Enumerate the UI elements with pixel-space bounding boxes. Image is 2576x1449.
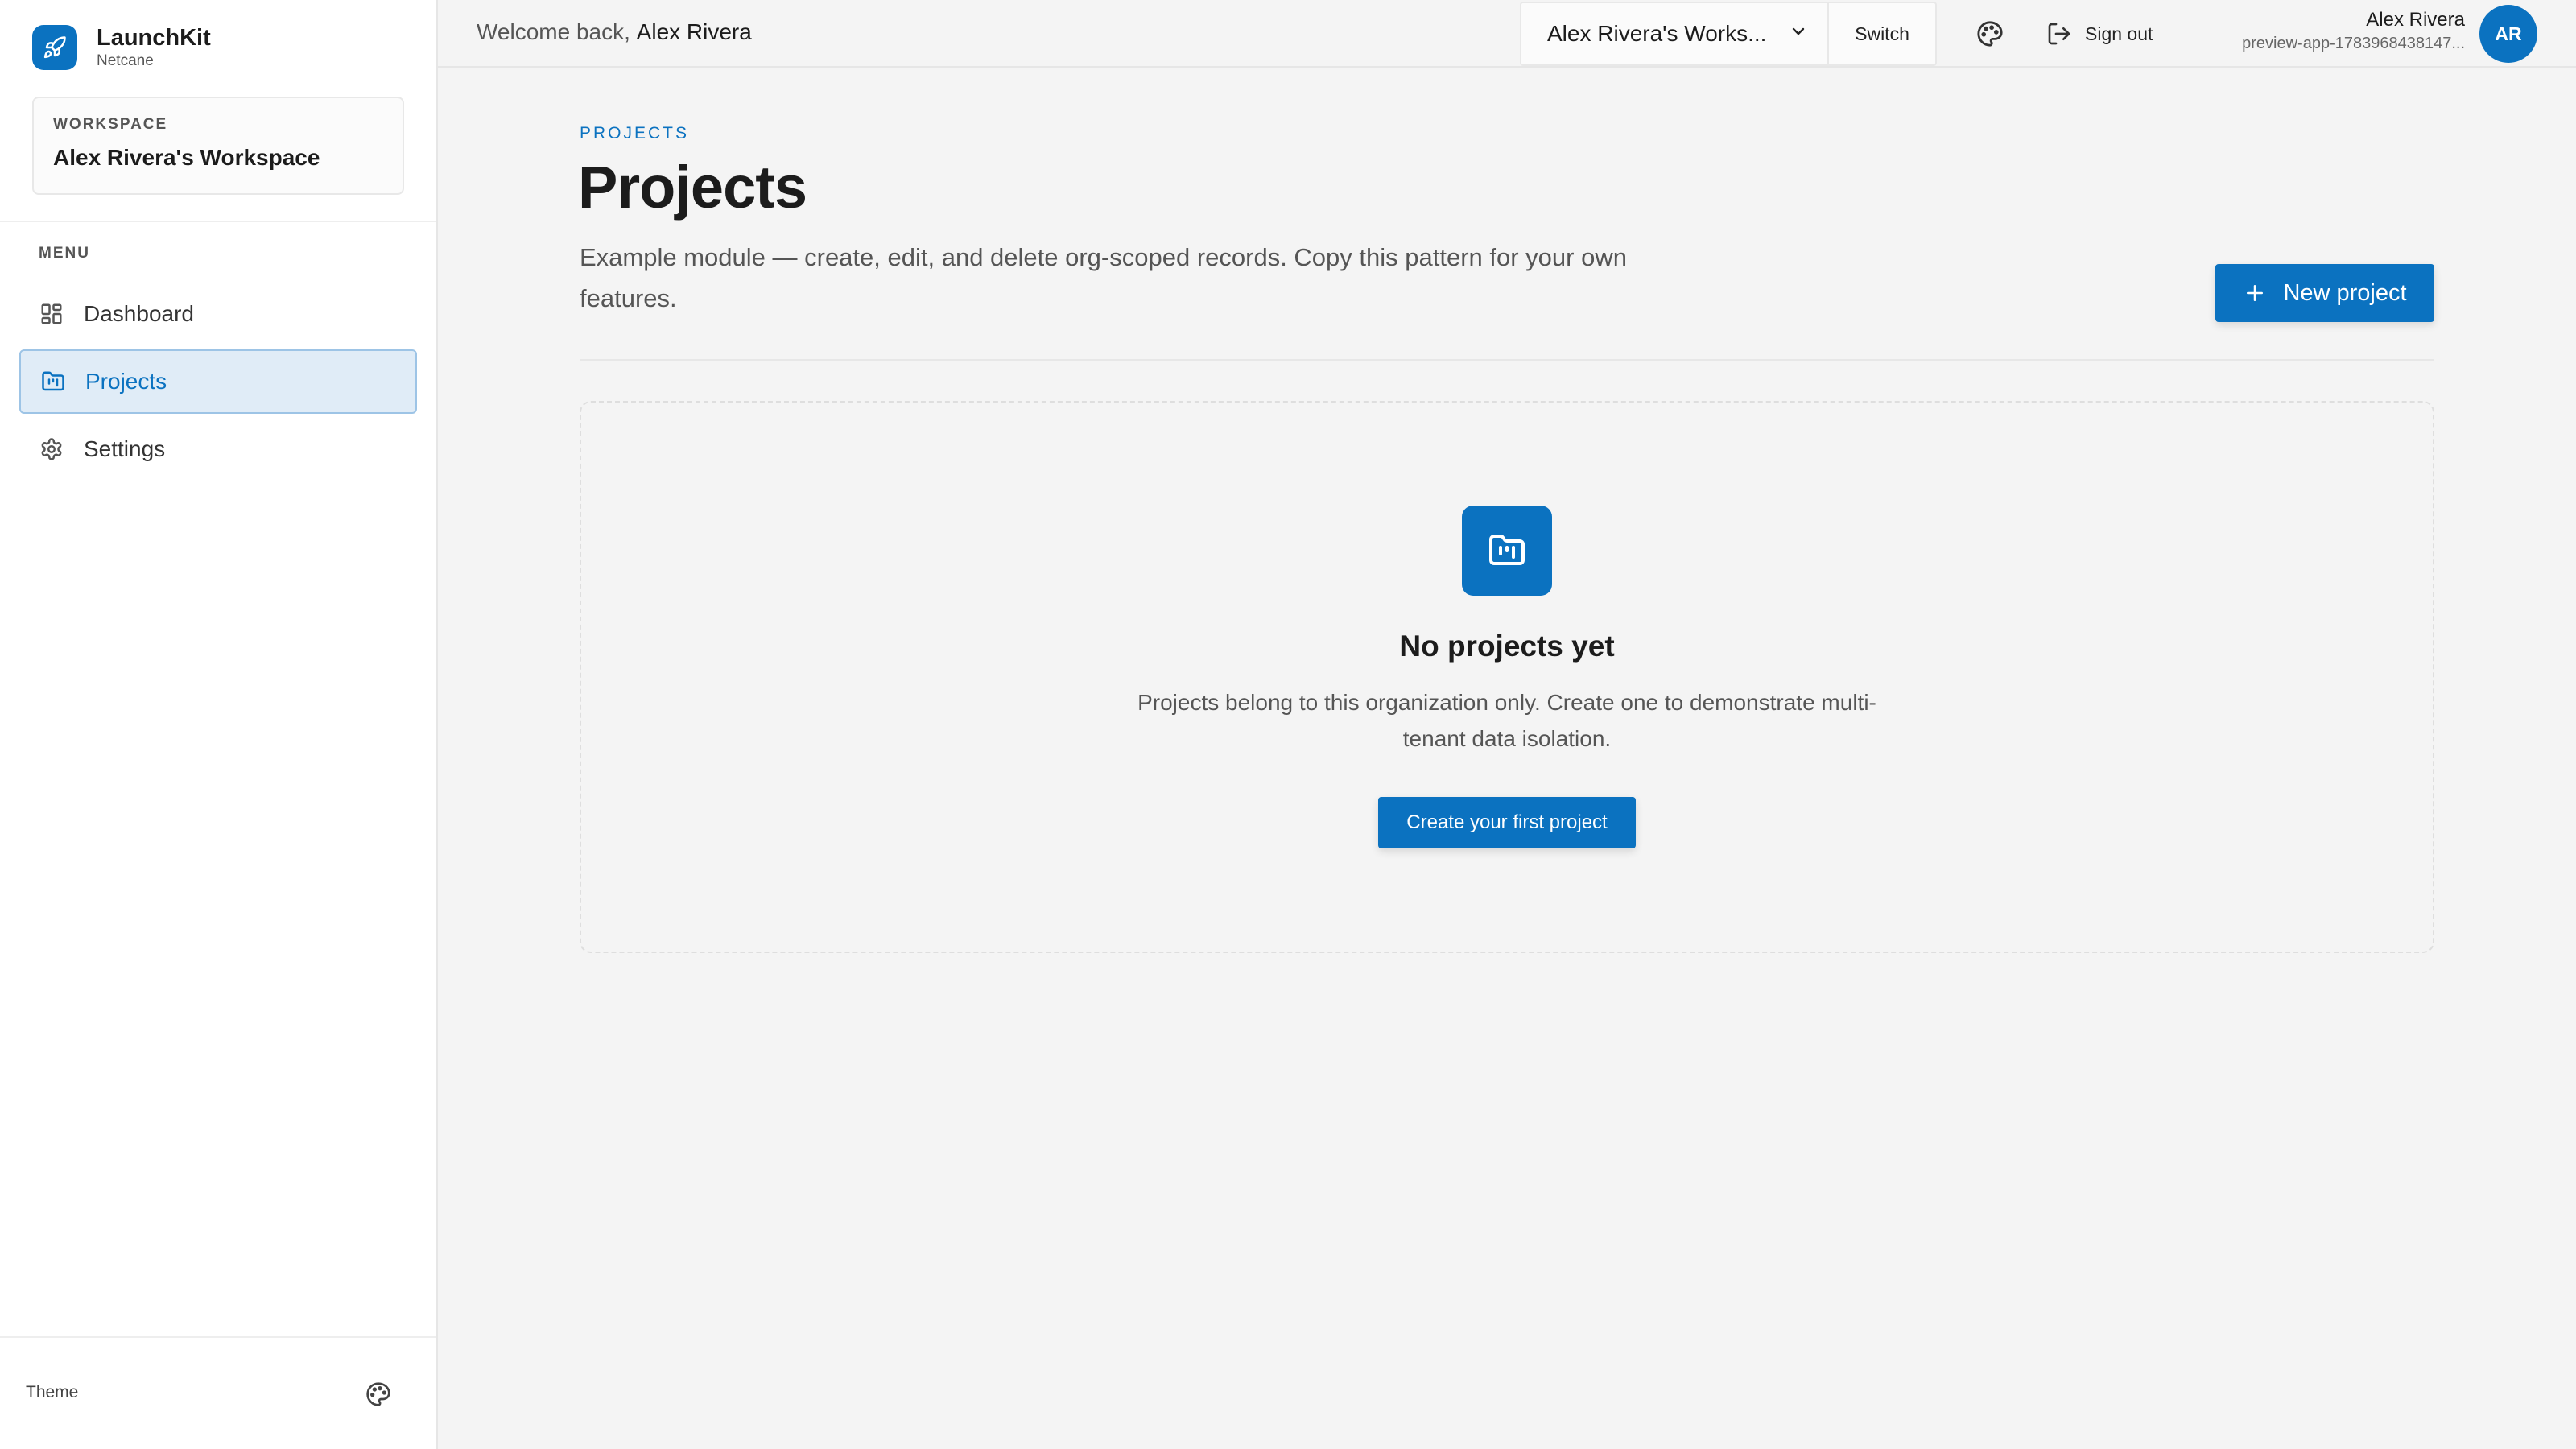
workspace-select[interactable]: Alex Rivera's Works... (1521, 3, 1827, 64)
header-divider (580, 359, 2434, 361)
sidebar-divider (0, 221, 436, 222)
sidebar-item-settings[interactable]: Settings (19, 417, 417, 481)
workspace-card[interactable]: WORKSPACE Alex Rivera's Workspace (32, 97, 404, 195)
sidebar-item-label: Dashboard (84, 301, 194, 326)
workspace-switcher: Alex Rivera's Works... Switch (1520, 2, 1937, 66)
page-eyebrow: PROJECTS (580, 124, 690, 142)
new-project-button[interactable]: New project (2215, 264, 2434, 322)
user-info: Alex Rivera preview-app-1783968438147... (2242, 8, 2465, 55)
sidebar-item-dashboard[interactable]: Dashboard (19, 282, 417, 346)
avatar[interactable]: AR (2479, 5, 2537, 63)
plus-icon (2243, 281, 2267, 305)
sidebar: LaunchKit Netcane WORKSPACE Alex Rivera'… (0, 0, 438, 1449)
user-name: Alex Rivera (2366, 9, 2465, 31)
welcome-user-name: Alex Rivera (636, 19, 752, 44)
top-bar: Welcome back, Alex Rivera Alex Rivera's … (438, 0, 2576, 68)
user-org: preview-app-1783968438147... (2242, 35, 2465, 52)
rocket-icon (32, 25, 77, 70)
page-description: Example module — create, edit, and delet… (580, 243, 1627, 312)
new-project-label: New project (2283, 279, 2407, 306)
sidebar-item-label: Projects (85, 369, 167, 394)
org-name: Netcane (97, 52, 154, 69)
folder-icon (40, 369, 66, 394)
welcome-message: Welcome back, Alex Rivera (477, 19, 752, 45)
empty-state-card (580, 401, 2434, 953)
page-title: Projects (578, 154, 807, 221)
dashboard-icon (39, 301, 64, 327)
gear-icon (39, 436, 64, 462)
welcome-prefix: Welcome back, (477, 19, 637, 44)
sidebar-footer-divider (0, 1336, 436, 1338)
sign-out-label: Sign out (2085, 23, 2153, 44)
sign-out-button[interactable]: Sign out (2046, 16, 2153, 52)
chevron-down-icon (1789, 21, 1808, 47)
brand[interactable]: LaunchKit Netcane (32, 24, 211, 71)
sidebar-item-label: Settings (84, 436, 166, 461)
workspace-select-value: Alex Rivera's Works... (1547, 21, 1767, 46)
workspace-label: WORKSPACE (53, 116, 168, 133)
switch-button[interactable]: Switch (1827, 3, 1935, 64)
empty-state-title: No projects yet (1399, 630, 1615, 663)
create-first-project-button[interactable]: Create your first project (1378, 797, 1636, 848)
theme-label: Theme (26, 1383, 79, 1402)
app-name: LaunchKit (97, 25, 211, 51)
sidebar-item-projects[interactable]: Projects (19, 349, 417, 414)
folder-icon (1462, 506, 1552, 596)
menu-label: MENU (39, 245, 90, 262)
palette-icon[interactable] (364, 1380, 393, 1409)
workspace-name: Alex Rivera's Workspace (53, 145, 320, 170)
palette-icon[interactable] (1974, 18, 2006, 50)
sign-out-icon (2048, 23, 2070, 45)
empty-state-description: Projects belong to this organization onl… (1137, 690, 1876, 751)
